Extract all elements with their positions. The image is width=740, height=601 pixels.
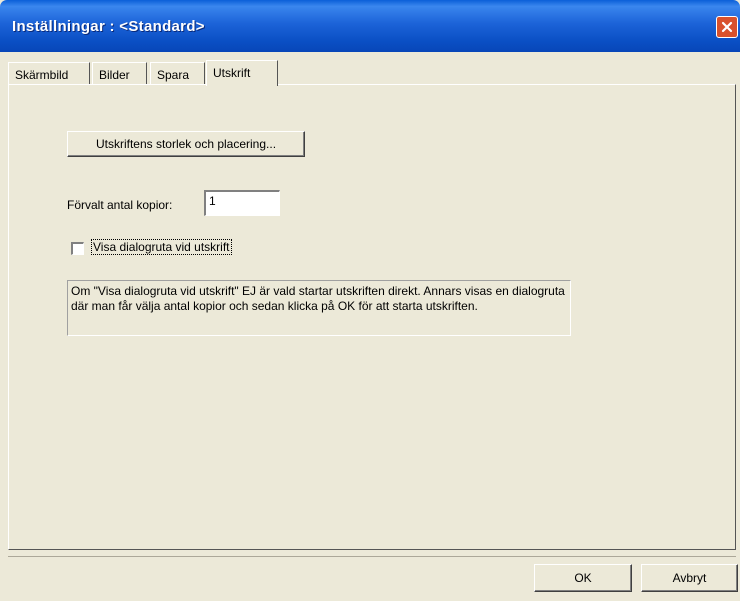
- title-bar[interactable]: Inställningar : <Standard>: [0, 0, 740, 52]
- tab-bilder[interactable]: Bilder: [92, 62, 147, 85]
- close-button[interactable]: [716, 16, 738, 38]
- show-print-dialog-label[interactable]: Visa dialogruta vid utskrift: [91, 239, 232, 255]
- cancel-button[interactable]: Avbryt: [641, 564, 738, 592]
- ok-button[interactable]: OK: [534, 564, 632, 592]
- default-copies-label: Förvalt antal kopior:: [67, 198, 173, 212]
- tab-spara[interactable]: Spara: [150, 62, 205, 85]
- footer-divider: [8, 556, 736, 557]
- print-info-text: Om "Visa dialogruta vid utskrift" EJ är …: [67, 280, 571, 336]
- close-icon: [721, 21, 733, 33]
- settings-dialog: Inställningar : <Standard> Skärmbild Bil…: [0, 0, 740, 601]
- window-title: Inställningar : <Standard>: [12, 18, 205, 35]
- print-size-placement-button[interactable]: Utskriftens storlek och placering...: [67, 131, 305, 157]
- show-print-dialog-checkbox[interactable]: [71, 242, 84, 255]
- tab-skarmbild[interactable]: Skärmbild: [8, 62, 90, 85]
- default-copies-field[interactable]: 1: [204, 190, 280, 216]
- tab-panel-utskrift: Utskriftens storlek och placering... För…: [8, 84, 736, 550]
- tab-utskrift[interactable]: Utskrift: [206, 60, 278, 86]
